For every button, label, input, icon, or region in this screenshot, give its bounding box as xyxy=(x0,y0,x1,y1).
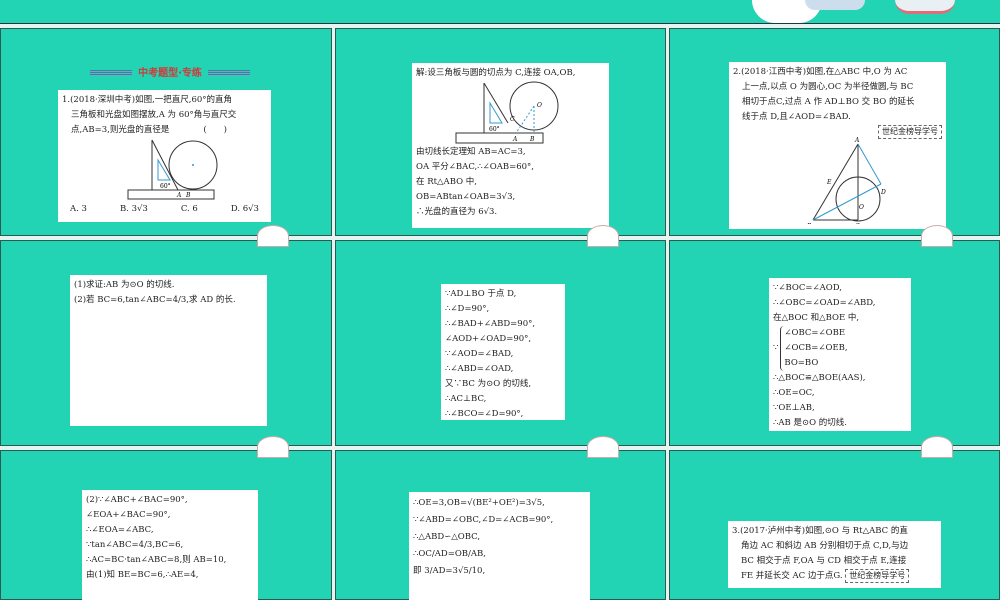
question-2-parts-box: (1)求证:AB 为⊙O 的切线. (2)若 BC=6,tan∠ABC=4/3,… xyxy=(70,275,267,426)
text-line: 点,AB=3,则光盘的直径是 ( ) xyxy=(71,125,227,135)
text-line: A xyxy=(854,137,860,144)
question-1-box: 1.(2018·深圳中考)如图,一把直尺,60°的直角 三角板和光盘如图摆放,A… xyxy=(58,90,271,222)
text-line: O xyxy=(859,204,864,211)
text-line: 相切于点C,过点 A 作 AD⊥BO 交 BO 的延长 xyxy=(742,97,915,107)
solution-figure: 60° A B C O xyxy=(455,81,559,144)
top-banner xyxy=(0,0,1000,24)
text-line: ∠AOD+∠OAD=90°, xyxy=(445,334,532,344)
text-line: 由(1)知 BE=BC=6,∴AE=4, xyxy=(86,570,199,580)
guide-tag: 世纪金榜导学号 xyxy=(845,569,910,583)
text-line: 在 Rt△ABO 中, xyxy=(416,177,477,187)
choice-c: C. 6 xyxy=(180,204,198,214)
text-line: (2)若 BC=6,tan∠ABC=4/3,求 AD 的长. xyxy=(74,295,236,305)
mascot-icon xyxy=(257,225,289,247)
text-line: 解:设三角板与圆的切点为 C,连接 OA,OB, xyxy=(416,68,576,78)
text-line: ∴AC=BC·tan∠ABC=8,则 AB=10, xyxy=(86,555,227,565)
text-line: ∴∠BAD+∠ABD=90°, xyxy=(445,319,536,329)
text-line: ∴∠ABD=∠OAD, xyxy=(445,364,514,374)
text-line: ∵∠ABD=∠OBC,∠D=∠ACB=90°, xyxy=(413,515,554,525)
mascot-icon xyxy=(921,436,953,458)
mascot-icon xyxy=(587,225,619,247)
text-line: 即 3/AD=3√5/10, xyxy=(413,566,486,576)
triangle-circle-figure: A B C D E O xyxy=(806,137,886,224)
solution-part-3-box: ∴OE=3,OB=√(BE²+OE²)=3√5, ∵∠ABD=∠OBC,∠D=∠A… xyxy=(409,492,590,600)
text-line: 又∵BC 为⊙O 的切线, xyxy=(445,379,532,389)
text-line: C xyxy=(510,116,515,123)
text-line: ∴OE=OC, xyxy=(773,388,815,398)
text-line: ∴光盘的直径为 6√3. xyxy=(416,207,498,217)
text-line: ∴∠D=90°, xyxy=(445,304,490,314)
text-line: B xyxy=(185,192,191,199)
text-line: ∴AB 是⊙O 的切线. xyxy=(773,418,847,428)
question-3-box: 3.(2017·泸州中考)如图,⊙O 与 Rt△ABC 的直 角边 AC 和斜边… xyxy=(728,521,941,588)
text-line: ∠OBC=∠OBE xyxy=(784,328,846,338)
text-line: 3.(2017·泸州中考)如图,⊙O 与 Rt△ABC 的直 xyxy=(732,526,908,536)
choice-d: D. 6√3 xyxy=(230,204,259,214)
text-line: 60° xyxy=(160,183,171,190)
text-line: FE 并延长交 AC 边于点G. xyxy=(741,571,843,581)
text-line: ∵AD⊥BO 于点 D, xyxy=(445,289,517,299)
text-line: (2)∵∠ABC+∠BAC=90°, xyxy=(86,495,188,505)
text-line: ∴△BOC≌△BOE(AAS), xyxy=(773,373,866,383)
text-line: ∵OE⊥AB, xyxy=(773,403,815,413)
text-line: BO=BO xyxy=(784,358,819,368)
pink-bow-icon xyxy=(895,0,955,14)
text-line: ∵ xyxy=(773,343,779,353)
text-line: ∴∠OBC=∠OAD=∠ABD, xyxy=(773,298,876,308)
text-line: 上一点,以点 O 为圆心,OC 为半径做圆,与 BC xyxy=(742,82,914,92)
guide-tag: 世纪金榜导学号 xyxy=(878,125,942,139)
text-line: ∠OCB=∠OEB, xyxy=(784,343,848,353)
text-line: B xyxy=(529,136,535,143)
text-line: ∠EOA+∠BAC=90°, xyxy=(86,510,171,520)
text-line: A xyxy=(512,136,518,143)
text-line: C xyxy=(855,223,860,224)
proof-part-2-box: ∵∠BOC=∠AOD, ∴∠OBC=∠OAD=∠ABD, 在△BOC 和△BOE 中… xyxy=(769,278,911,431)
solution-1-box: 解:设三角板与圆的切点为 C,连接 OA,OB, 60° A B C O 由切线… xyxy=(412,63,609,228)
proof-part-1-box: ∵AD⊥BO 于点 D, ∴∠D=90°, ∴∠BAD+∠ABD=90°, ∠AOD+… xyxy=(441,284,565,420)
text-line: E xyxy=(826,179,832,186)
text-line: 2.(2018·江西中考)如图,在△ABC 中,O 为 AC xyxy=(733,67,908,77)
text-line: B xyxy=(806,223,812,224)
text-line: D xyxy=(880,189,886,196)
text-line: 三角板和光盘如图摆放,A 为 60°角与直尺交 xyxy=(71,110,237,120)
section-title: 中考题型·专练 xyxy=(80,64,260,79)
blue-eyes-icon xyxy=(805,0,865,10)
text-line: ∴OC/AD=OB/AB, xyxy=(413,549,486,559)
text-line: 角边 AC 和斜边 AB 分别相切于点 C,D,与边 xyxy=(741,541,909,551)
mascot-icon xyxy=(257,436,289,458)
text-line: A xyxy=(176,192,182,199)
text-line: 由切线长定理知 AB=AC=3, xyxy=(416,147,526,157)
text-line: BC 相交于点 F,OA 与 CD 相交于点 E,连接 xyxy=(741,556,907,566)
text-line: ∴OE=3,OB=√(BE²+OE²)=3√5, xyxy=(413,498,545,508)
mascot-icon xyxy=(921,225,953,247)
text-line: ∵∠BOC=∠AOD, xyxy=(773,283,842,293)
text-line: 1.(2018·深圳中考)如图,一把直尺,60°的直角 xyxy=(62,95,233,105)
text-line: ∵tan∠ABC=4/3,BC=6, xyxy=(86,540,184,550)
text-line: ∴∠BCO=∠D=90°, xyxy=(445,409,524,419)
text-line: 线于点 D,且∠AOD=∠BAD. xyxy=(742,112,851,122)
choice-b: B. 3√3 xyxy=(119,204,148,214)
solution-part-2-box: (2)∵∠ABC+∠BAC=90°, ∠EOA+∠BAC=90°, ∴∠EOA=∠A… xyxy=(82,490,258,600)
text-line: OB=ABtan∠OAB=3√3, xyxy=(416,192,516,202)
text-line: ∴AC⊥BC, xyxy=(445,394,487,404)
text-line: O xyxy=(537,102,542,109)
text-line: 在△BOC 和△BOE 中, xyxy=(773,313,860,323)
question-2-box: 2.(2018·江西中考)如图,在△ABC 中,O 为 AC 上一点,以点 O … xyxy=(729,62,946,229)
text-line: (1)求证:AB 为⊙O 的切线. xyxy=(74,280,175,290)
text-line: 60° xyxy=(489,126,500,133)
text-line: OA 平分∠BAC,∴∠OAB=60°, xyxy=(416,162,534,172)
text-line: ∵∠AOD=∠BAD, xyxy=(445,349,514,359)
mascot-icon xyxy=(587,436,619,458)
figure-ruler-triangle-disc: 60° A B xyxy=(127,139,218,200)
text-line: ∴△ABD∽△OBC, xyxy=(413,532,481,542)
text-line: ∴∠EOA=∠ABC, xyxy=(86,525,154,535)
choice-a: A. 3 xyxy=(70,204,87,214)
